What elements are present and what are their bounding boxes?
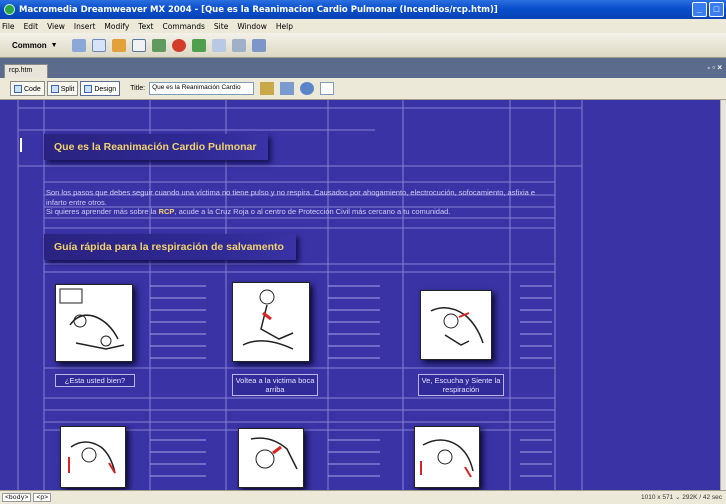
intro-line-2: Si quieres aprender más sobre la RCP, ac… (46, 207, 556, 217)
tab-rcp-htm[interactable]: rcp.htm (4, 64, 48, 78)
minimize-button[interactable]: _ (692, 2, 707, 17)
view-options-icon[interactable] (320, 82, 335, 95)
document-toolbar: Code Split Design Title: Que es la Reani… (0, 78, 726, 100)
menu-edit[interactable]: Edit (24, 22, 39, 31)
design-view-canvas[interactable]: Que es la Reanimación Cardio Pulmonar So… (0, 100, 720, 490)
maximize-button[interactable]: □ (709, 2, 724, 17)
caption-check-response: ¿Esta usted bien? (55, 374, 135, 387)
named-anchor-icon[interactable] (111, 38, 126, 52)
rcp-photo-turn-victim[interactable] (232, 282, 310, 362)
code-view-button[interactable]: Code (10, 81, 45, 96)
document-tab-strip: rcp.htm - ▫ × (0, 58, 726, 78)
tilt-head-illustration (250, 437, 298, 470)
rcp-photo-tilt-head[interactable] (238, 428, 304, 488)
intro-text-pre: Si quieres aprender más sobre la (46, 207, 159, 216)
intro-line-1: Son los pasos que debes seguir cuando un… (46, 188, 536, 207)
intro-text-post: , acude a la Cruz Roja o al centro de Pr… (174, 207, 451, 216)
menu-site[interactable]: Site (214, 22, 228, 31)
file-management-icon[interactable] (260, 82, 275, 95)
turn-victim-illustration (242, 289, 294, 350)
menu-view[interactable]: View (47, 22, 65, 31)
split-view-button[interactable]: Split (46, 81, 79, 96)
insert-category-label[interactable]: Common (12, 41, 47, 50)
preview-browser-icon[interactable] (280, 82, 295, 95)
rcp-highlight: RCP (158, 207, 175, 216)
design-view-icon (84, 85, 93, 93)
menu-insert[interactable]: Insert (74, 22, 96, 31)
rescue-breath-illustration (420, 439, 474, 478)
document-window-controls[interactable]: - ▫ × (707, 63, 722, 72)
status-bar: <body> <p> 1010 x 571 ⌄ 292K / 42 sec (0, 490, 726, 504)
email-link-icon[interactable] (91, 38, 106, 52)
insert-category-dropdown-icon[interactable]: ▼ (51, 42, 58, 49)
date-icon[interactable] (191, 38, 206, 52)
design-view-label: Design (94, 85, 117, 93)
rcp-photo-rescue-breath[interactable] (414, 426, 480, 488)
rcp-photo-listen-breath[interactable] (420, 290, 492, 360)
insert-bar: Common ▼ (0, 33, 726, 58)
layer-icon[interactable] (151, 38, 166, 52)
menu-help[interactable]: Help (276, 22, 293, 31)
media-icon[interactable] (171, 38, 186, 52)
window-title-bar: Macromedia Dreamweaver MX 2004 - [Que es… (0, 0, 726, 19)
rcp-photo-check-response[interactable] (55, 284, 133, 362)
listen-breath-illustration (430, 307, 484, 346)
window-title: Macromedia Dreamweaver MX 2004 - [Que es… (19, 4, 498, 15)
vertical-scrollbar[interactable] (720, 100, 726, 490)
comment-icon[interactable] (211, 38, 226, 52)
menu-bar: File Edit View Insert Modify Text Comman… (0, 19, 726, 33)
dreamweaver-app-icon (4, 4, 15, 15)
tag-chooser-icon[interactable] (251, 38, 266, 52)
intro-paragraph: Son los pasos que debes seguir cuando un… (46, 188, 556, 217)
code-view-icon (14, 85, 22, 93)
caption-turn-victim: Voltea a la victima boca arriba (232, 374, 318, 396)
page-heading-2: Guía rápida para la respiración de salva… (44, 234, 296, 260)
menu-window[interactable]: Window (237, 22, 267, 31)
refresh-icon[interactable] (300, 82, 315, 95)
design-view-button[interactable]: Design (80, 81, 121, 96)
split-view-label: Split (60, 85, 75, 93)
page-heading-1: Que es la Reanimación Cardio Pulmonar (44, 134, 268, 160)
open-airway-illustration (68, 441, 116, 474)
templates-icon[interactable] (231, 38, 246, 52)
menu-commands[interactable]: Commands (162, 22, 204, 31)
window-controls: _ □ (692, 2, 724, 17)
window-size-download-info: 1010 x 571 ⌄ 292K / 42 sec (641, 494, 722, 501)
table-icon[interactable] (131, 38, 146, 52)
page-title-input[interactable]: Que es la Reanimación Cardio (149, 82, 255, 95)
hyperlink-icon[interactable] (71, 38, 86, 52)
menu-text[interactable]: Text (138, 22, 153, 31)
rcp-photo-open-airway[interactable] (60, 426, 126, 488)
tag-selector-p[interactable]: <p> (33, 493, 52, 502)
page-title-label: Title: (130, 85, 146, 92)
menu-modify[interactable]: Modify (104, 22, 129, 31)
split-view-icon (50, 85, 59, 93)
rescuer-check-illustration (59, 288, 125, 350)
tag-selector-body[interactable]: <body> (2, 493, 32, 502)
code-view-label: Code (24, 85, 41, 93)
caption-listen-breath: Ve, Escucha y Siente la respiración (418, 374, 504, 396)
menu-file[interactable]: File (2, 22, 15, 31)
